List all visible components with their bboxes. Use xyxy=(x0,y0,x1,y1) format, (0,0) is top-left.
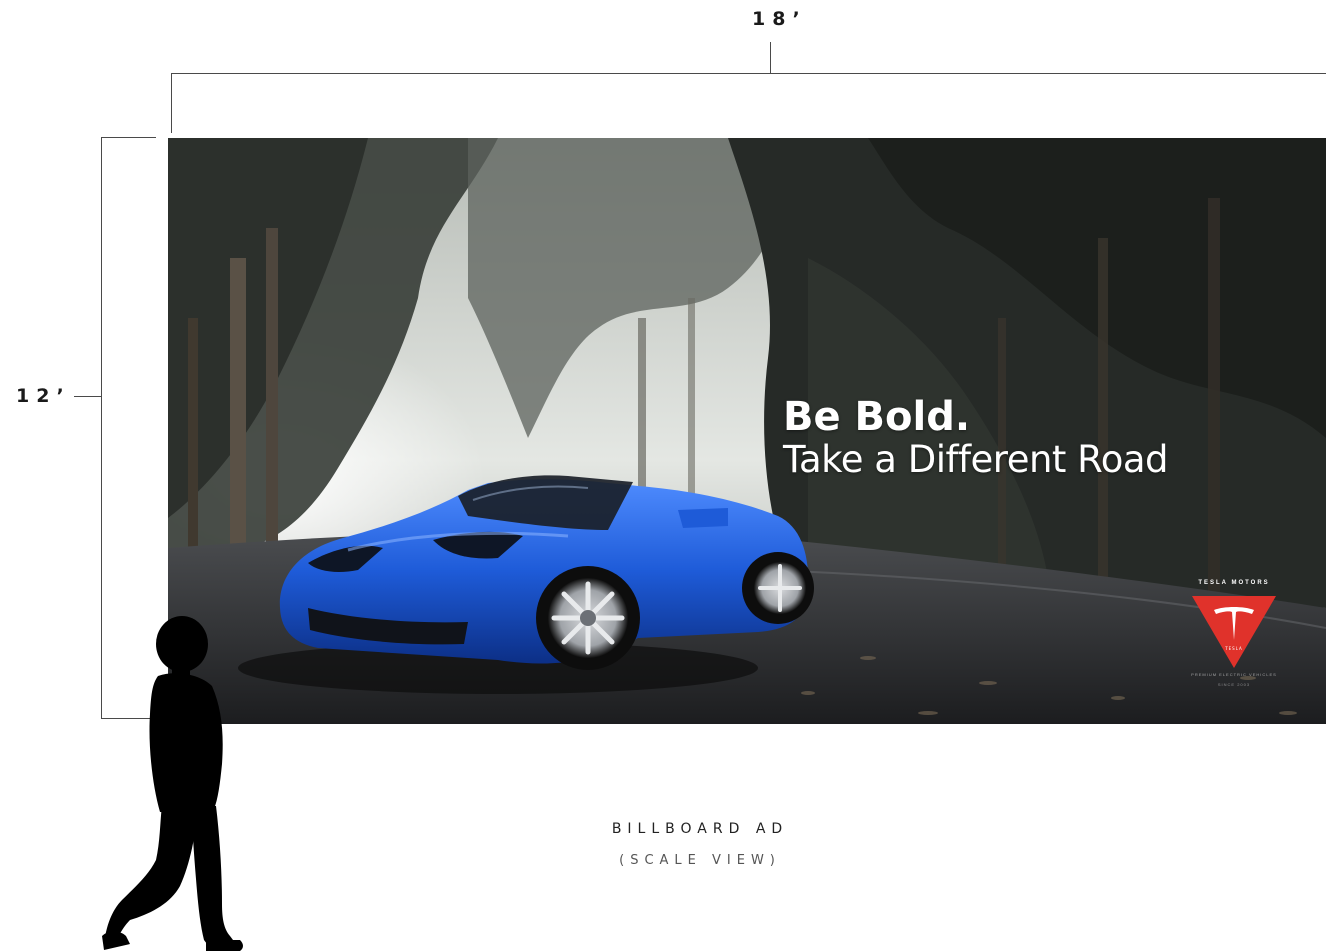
logo-text: TESLA xyxy=(1224,646,1243,651)
width-dimension-tick xyxy=(770,42,771,74)
headline-secondary: Take a Different Road xyxy=(783,438,1169,481)
caption-title: BILLBOARD AD xyxy=(611,821,789,837)
height-dimension-top-end xyxy=(101,137,156,138)
person-silhouette-icon xyxy=(102,616,243,951)
brand-sub-tagline: SINCE 2003 xyxy=(1217,682,1251,687)
headline: Be Bold. Take a Different Road xyxy=(783,394,1169,481)
brand-tagline: PREMIUM ELECTRIC VEHICLES xyxy=(1191,672,1277,677)
caption-subtitle: (SCALE VIEW) xyxy=(619,853,781,868)
tesla-t-logo-icon: TESLA xyxy=(1192,596,1276,668)
headline-primary: Be Bold. xyxy=(783,394,971,440)
billboard-ad: Be Bold. Take a Different Road TESLA MOT… xyxy=(168,138,1326,724)
height-dimension-tick xyxy=(74,396,102,397)
width-dimension-line xyxy=(171,73,1326,74)
height-dimension-label: 12’ xyxy=(16,385,71,407)
width-dimension-left-end xyxy=(171,73,172,133)
width-dimension-label: 18’ xyxy=(752,8,807,30)
brand-wordmark: TESLA MOTORS xyxy=(1198,580,1270,586)
